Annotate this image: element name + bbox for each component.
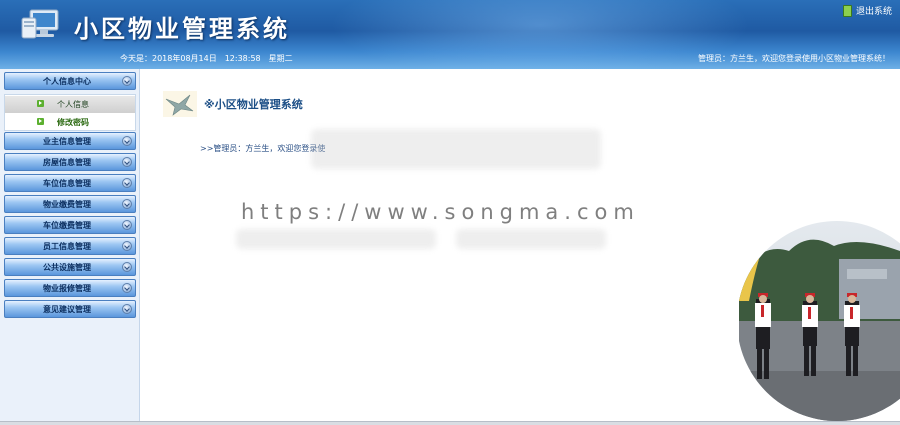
arrow-bullet-icon bbox=[37, 100, 44, 107]
menu-label: 业主信息管理 bbox=[43, 137, 91, 146]
computer-logo-icon bbox=[21, 9, 59, 39]
chevron-down-icon bbox=[122, 136, 132, 146]
main-content: ※小区物业管理系统 >>管理员：方兰生，欢迎您登录使 https://www.s… bbox=[141, 69, 900, 425]
menu-feedback[interactable]: 意见建议管理 bbox=[4, 300, 136, 318]
menu-owner-info[interactable]: 业主信息管理 bbox=[4, 132, 136, 150]
chevron-down-icon bbox=[122, 178, 132, 188]
exit-door-icon bbox=[842, 4, 852, 17]
menu-label: 车位信息管理 bbox=[43, 179, 91, 188]
info-bar: 今天是：2018年08月14日 12:38:58 星期二 管理员：方兰生，欢迎您… bbox=[0, 52, 900, 65]
menu-label: 公共设施管理 bbox=[43, 263, 91, 272]
header-welcome: 管理员：方兰生，欢迎您登录使用小区物业管理系统！ bbox=[698, 54, 890, 63]
menu-label: 意见建议管理 bbox=[43, 305, 91, 314]
menu-label: 个人信息中心 bbox=[43, 77, 91, 86]
menu-house-info[interactable]: 房屋信息管理 bbox=[4, 153, 136, 171]
submenu-label: 个人信息 bbox=[57, 100, 89, 109]
menu-label: 车位缴费管理 bbox=[43, 221, 91, 230]
page-title: ※小区物业管理系统 bbox=[204, 98, 303, 111]
menu-property-fee[interactable]: 物业缴费管理 bbox=[4, 195, 136, 213]
menu-public-facility[interactable]: 公共设施管理 bbox=[4, 258, 136, 276]
menu-parking-info[interactable]: 车位信息管理 bbox=[4, 174, 136, 192]
menu-staff-info[interactable]: 员工信息管理 bbox=[4, 237, 136, 255]
app-title: 小区物业管理系统 bbox=[74, 15, 290, 43]
submenu-label: 修改密码 bbox=[57, 118, 89, 127]
arrow-bullet-icon bbox=[37, 118, 44, 125]
header-banner: 小区物业管理系统 退出系统 今天是：2018年08月14日 12:38:58 星… bbox=[0, 0, 900, 69]
chevron-down-icon bbox=[122, 157, 132, 167]
bird-logo-icon bbox=[163, 91, 197, 117]
menu-label: 员工信息管理 bbox=[43, 242, 91, 251]
status-strip bbox=[0, 421, 900, 425]
current-date: 今天是：2018年08月14日 12:38:58 星期二 bbox=[120, 54, 293, 63]
faded-backdrop bbox=[311, 129, 601, 169]
chevron-down-icon bbox=[122, 76, 132, 86]
menu-label: 物业报修管理 bbox=[43, 284, 91, 293]
submenu-item-change-password[interactable]: 修改密码 bbox=[5, 114, 135, 131]
logout-button[interactable]: 退出系统 bbox=[842, 4, 892, 17]
chevron-down-icon bbox=[122, 262, 132, 272]
faded-backdrop bbox=[236, 229, 436, 249]
menu-repair[interactable]: 物业报修管理 bbox=[4, 279, 136, 297]
chevron-down-icon bbox=[122, 220, 132, 230]
menu-personal-center[interactable]: 个人信息中心 bbox=[4, 72, 136, 90]
submenu-personal: 个人信息 修改密码 bbox=[4, 94, 136, 131]
chevron-down-icon bbox=[122, 241, 132, 251]
watermark: https://www.songma.com bbox=[241, 200, 640, 224]
submenu-item-personal-info[interactable]: 个人信息 bbox=[5, 96, 135, 113]
menu-label: 物业缴费管理 bbox=[43, 200, 91, 209]
sidebar: 个人信息中心 个人信息 修改密码 业主信息管理 房屋信息管理 车位信息管理 物业… bbox=[0, 69, 140, 425]
welcome-message: >>管理员：方兰生，欢迎您登录使 bbox=[200, 144, 326, 153]
menu-parking-fee[interactable]: 车位缴费管理 bbox=[4, 216, 136, 234]
logout-label: 退出系统 bbox=[855, 7, 892, 17]
chevron-down-icon bbox=[122, 199, 132, 209]
guards-photo bbox=[739, 221, 900, 421]
faded-backdrop bbox=[456, 229, 606, 249]
chevron-down-icon bbox=[122, 283, 132, 293]
menu-label: 房屋信息管理 bbox=[43, 158, 91, 167]
chevron-down-icon bbox=[122, 304, 132, 314]
